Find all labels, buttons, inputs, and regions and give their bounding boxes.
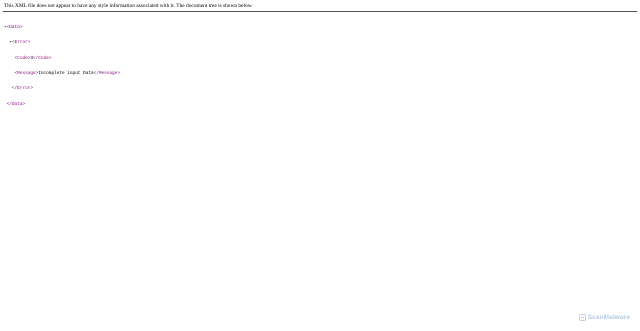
xml-node-message: <Message>Incomplete input Data</Message> [4, 71, 120, 76]
xml-text-value: Incomplete input Data [38, 71, 94, 77]
watermark-label: ScanMalware [587, 314, 630, 321]
xml-style-notice: This XML file does not appear to have an… [4, 3, 253, 9]
scanmalware-logo-icon [578, 314, 586, 321]
xml-node-data-close: </Data> [4, 102, 120, 107]
xml-node-data: ▾<Data> [4, 25, 120, 30]
xml-tag: </Message> [93, 71, 120, 77]
xml-tag: </Code> [33, 55, 52, 61]
xml-tag: <Error> [11, 40, 31, 46]
xml-tag: <Data> [6, 25, 23, 31]
xml-node-code: <Code>3</Code> [4, 56, 120, 61]
xml-node-error-close: </Error> [4, 86, 120, 91]
xml-tag: <Code> [14, 55, 31, 61]
xml-tag: <Message> [14, 71, 39, 77]
scanmalware-watermark: ScanMalware [578, 314, 630, 321]
xml-tag: </Error> [11, 86, 33, 92]
xml-node-error: ▾<Error> [4, 40, 120, 45]
xml-document-tree: ▾<Data> ▾<Error> <Code>3</Code> <Message… [4, 15, 120, 112]
notice-divider [3, 11, 637, 12]
xml-tag: </Data> [6, 101, 26, 107]
